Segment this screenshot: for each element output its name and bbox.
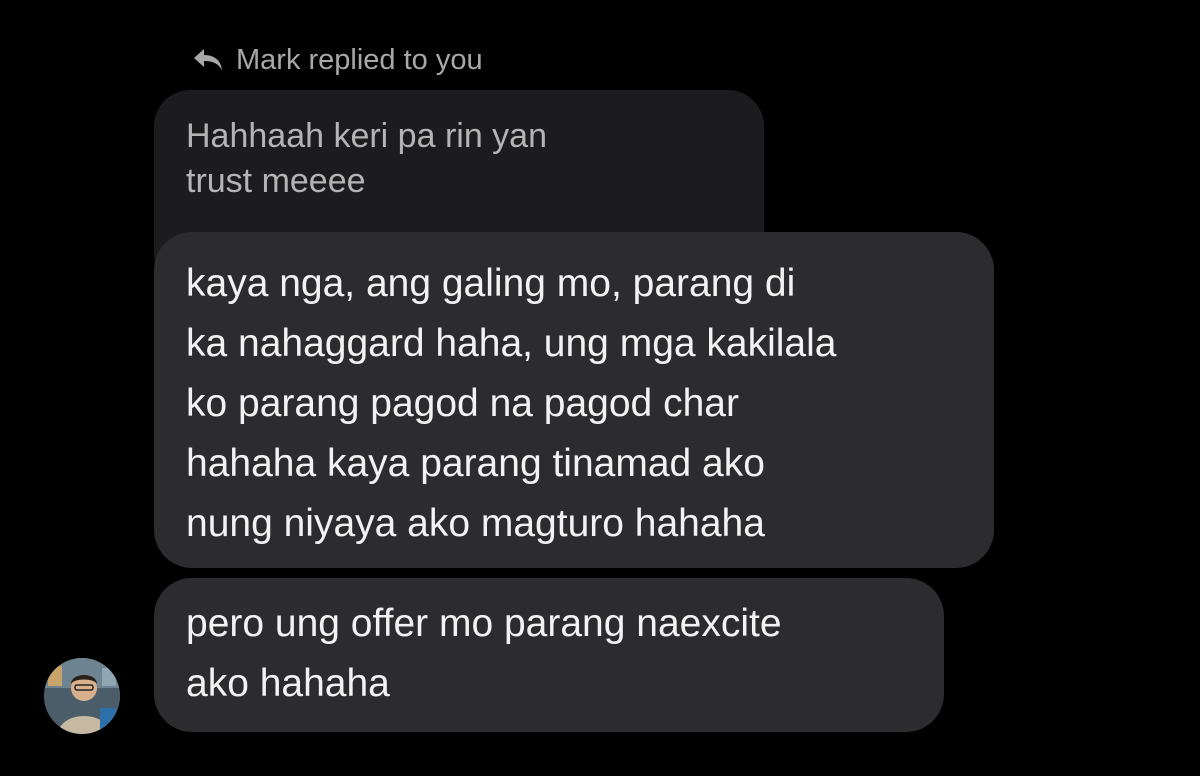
reply-header: Mark replied to you (192, 40, 483, 80)
message-bubble[interactable]: kaya nga, ang galing mo, parang di ka na… (154, 232, 994, 568)
quoted-message-text: Hahhaah keri pa rin yan trust meeee (186, 117, 548, 200)
message-text: kaya nga, ang galing mo, parang di ka na… (186, 262, 837, 545)
message-text: pero ung offer mo parang naexcite ako ha… (186, 602, 782, 705)
reply-arrow-icon (192, 47, 224, 73)
message-bubble[interactable]: pero ung offer mo parang naexcite ako ha… (154, 578, 944, 732)
sender-avatar[interactable] (44, 658, 120, 734)
user-avatar-icon (44, 658, 120, 734)
reply-header-label: Mark replied to you (236, 43, 483, 76)
